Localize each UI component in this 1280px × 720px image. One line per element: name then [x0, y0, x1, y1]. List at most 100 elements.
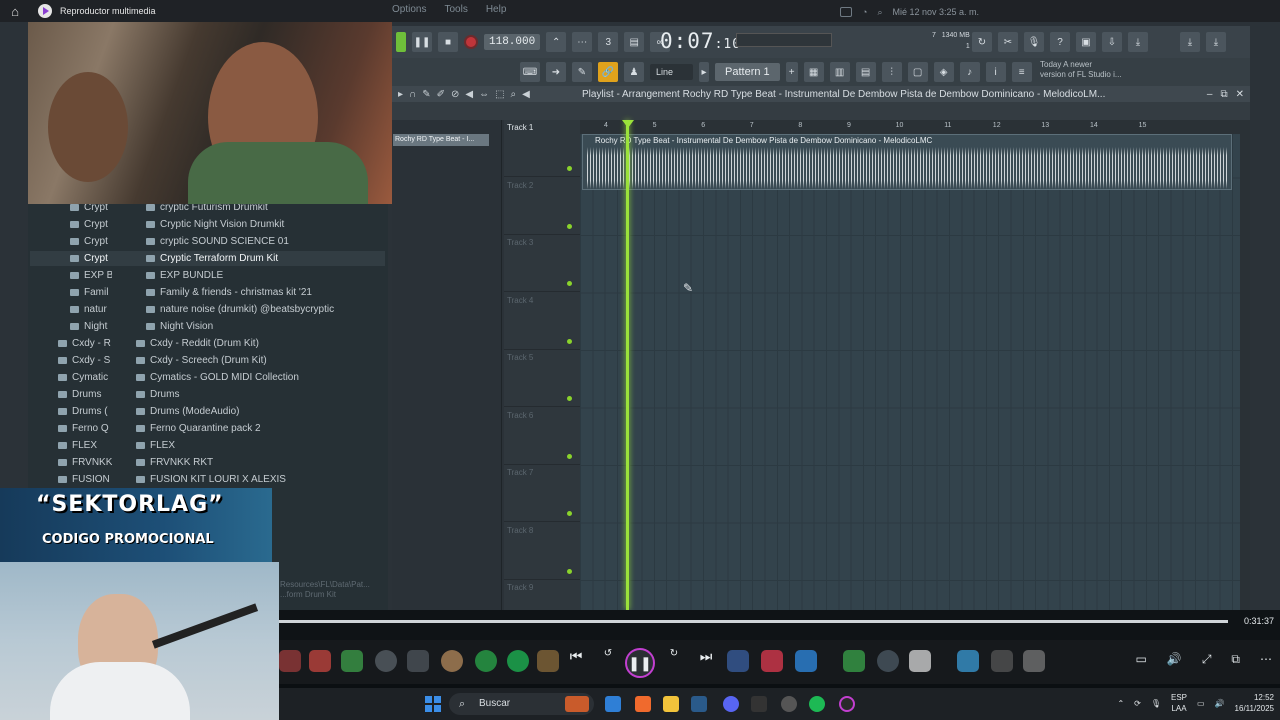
update-notice[interactable]: Today A newer version of FL Studio i...: [1040, 60, 1122, 80]
browser-subfolder[interactable]: Drums (ModeAudio): [136, 406, 239, 417]
browser-folder[interactable]: Famil: [70, 287, 112, 298]
more-icon[interactable]: ⋯: [1260, 652, 1272, 667]
track-active-led[interactable]: [567, 453, 572, 459]
menu-help[interactable]: Help: [486, 4, 507, 15]
download-3-icon[interactable]: ⤓: [1206, 32, 1226, 52]
refresh-icon[interactable]: ↻: [972, 32, 992, 52]
track-header[interactable]: Track 7: [504, 465, 580, 522]
browser-subfolder[interactable]: FRVNKK RKT: [136, 457, 213, 468]
track-header[interactable]: Track 1: [504, 120, 580, 177]
track-header[interactable]: Track 3: [504, 235, 580, 292]
forward-30-button[interactable]: ↻: [663, 648, 685, 659]
browser-subfolder[interactable]: FUSION KIT LOURI X ALEXIS: [136, 474, 286, 485]
pause-button[interactable]: ❚❚: [412, 32, 432, 52]
browser-folder[interactable]: Crypt: [70, 219, 112, 230]
media-player-taskbar-icon[interactable]: [839, 696, 855, 712]
magnet-icon[interactable]: ∩: [409, 89, 416, 100]
next-button[interactable]: ⏭: [695, 648, 717, 665]
pattern-add-icon[interactable]: +: [785, 62, 798, 82]
countdown-icon[interactable]: 3: [598, 32, 619, 52]
delete-icon[interactable]: ⊘: [451, 89, 459, 100]
tempo-tap-icon[interactable]: ♪: [959, 62, 980, 82]
track-active-led[interactable]: [567, 281, 572, 286]
browser-folder[interactable]: natur: [70, 304, 112, 315]
browser-folder[interactable]: Crypt: [70, 236, 112, 247]
wait-icon[interactable]: ⋯: [572, 32, 593, 52]
media-pause-button[interactable]: ❚❚: [625, 648, 655, 678]
taskbar-clock[interactable]: 12:52 16/11/2025: [1235, 692, 1274, 714]
menu-options[interactable]: Options: [392, 4, 426, 15]
mixer-icon[interactable]: ⫶: [881, 62, 902, 82]
piano-roll-icon[interactable]: ▥: [829, 62, 850, 82]
menu-arrow-icon[interactable]: ▸: [398, 89, 403, 100]
browser-folder[interactable]: Drums (: [58, 406, 112, 417]
info-icon[interactable]: i: [985, 62, 1006, 82]
keyboard-icon[interactable]: ⌨: [520, 62, 540, 82]
browser-folder[interactable]: FUSION: [58, 474, 112, 485]
slip-icon[interactable]: ⇔: [479, 89, 489, 100]
volume-icon[interactable]: 🔊: [1167, 652, 1182, 667]
browser-subfolder[interactable]: FLEX: [136, 440, 175, 451]
pat-song-toggle[interactable]: [396, 32, 406, 52]
browser-folder[interactable]: EXP B: [70, 270, 112, 281]
browser-folder[interactable]: FLEX: [58, 440, 112, 451]
seek-track[interactable]: [279, 620, 1228, 623]
mute-icon[interactable]: ◀: [465, 89, 473, 100]
browser-folder[interactable]: Cxdy - R: [58, 338, 112, 349]
track-header[interactable]: Track 6: [504, 408, 580, 465]
browser-subfolder[interactable]: Cxdy - Reddit (Drum Kit): [136, 338, 259, 349]
cut-icon[interactable]: ✂: [998, 32, 1018, 52]
timeline-ruler[interactable]: 4 5 6 7 8 9 10 11 12 13 14 15: [580, 120, 1240, 134]
clip-source-selected[interactable]: Rochy RD Type Beat - I...: [393, 134, 489, 146]
minimize-icon[interactable]: –: [1207, 89, 1213, 100]
miniplayer-icon[interactable]: ▭: [1136, 652, 1147, 667]
browser-subfolder[interactable]: Cryptic Night Vision Drumkit: [146, 219, 284, 230]
tray-chevron-icon[interactable]: ⌃: [1117, 699, 1124, 708]
export-icon[interactable]: ⇩: [1102, 32, 1122, 52]
browser-subfolder[interactable]: nature noise (drumkit) @beatsbycryptic: [146, 304, 334, 315]
track-header[interactable]: Track 4: [504, 293, 580, 350]
browser-subfolder[interactable]: Drums: [136, 389, 179, 400]
spotify-icon[interactable]: [809, 696, 825, 712]
widget-icon[interactable]: [565, 696, 589, 712]
browser-folder[interactable]: Night: [70, 321, 112, 332]
snap-select[interactable]: Line: [650, 64, 694, 80]
language-indicator[interactable]: ESP LAA: [1171, 692, 1187, 714]
track-active-led[interactable]: [567, 338, 572, 344]
browser-icon[interactable]: ▢: [907, 62, 928, 82]
pattern-select[interactable]: Pattern 1: [715, 63, 780, 81]
browser-folder[interactable]: Drums: [58, 389, 112, 400]
fl-studio-icon[interactable]: [751, 696, 767, 712]
browser-subfolder[interactable]: Cymatics - GOLD MIDI Collection: [136, 372, 299, 383]
playhead[interactable]: [626, 120, 629, 610]
paint-icon[interactable]: ✐: [437, 89, 445, 100]
track-active-led[interactable]: [567, 396, 572, 401]
track-active-led[interactable]: [567, 568, 572, 574]
cast-icon[interactable]: ⧉: [1231, 652, 1240, 667]
file-explorer-icon[interactable]: [663, 696, 679, 712]
browser-folder[interactable]: FRVNKK: [58, 457, 112, 468]
plugin-icon[interactable]: ◈: [933, 62, 954, 82]
media-seekbar[interactable]: 0:31:37: [279, 610, 1280, 640]
track-active-led[interactable]: [567, 223, 572, 229]
track-active-led[interactable]: [567, 166, 572, 171]
download-icon[interactable]: ⤓: [1128, 32, 1148, 52]
browser-folder[interactable]: Ferno Q: [58, 423, 112, 434]
track-active-led[interactable]: [567, 511, 572, 516]
tempo-display[interactable]: 118.000: [484, 34, 541, 50]
tray-sync-icon[interactable]: ⟳: [1134, 699, 1141, 708]
browser-subfolder[interactable]: Family & friends - christmas kit '21: [146, 287, 312, 298]
channel-rack-icon[interactable]: ▤: [855, 62, 876, 82]
browser-subfolder[interactable]: Cxdy - Screech (Drum Kit): [136, 355, 267, 366]
brave-icon[interactable]: [635, 696, 651, 712]
track-header[interactable]: Track 5: [504, 350, 580, 407]
record-button[interactable]: [464, 35, 478, 49]
rewind-10-button[interactable]: ↺: [597, 648, 619, 659]
previous-button[interactable]: ⏮: [565, 648, 587, 665]
step-edit-icon[interactable]: ▤: [624, 32, 645, 52]
metronome-icon[interactable]: ⌃: [546, 32, 567, 52]
save-icon[interactable]: ▣: [1076, 32, 1096, 52]
audio-clip[interactable]: Rochy RD Type Beat - Instrumental De Dem…: [582, 134, 1232, 190]
pattern-prev-icon[interactable]: ▸: [699, 62, 710, 82]
restore-icon[interactable]: ⧉: [1220, 89, 1227, 100]
